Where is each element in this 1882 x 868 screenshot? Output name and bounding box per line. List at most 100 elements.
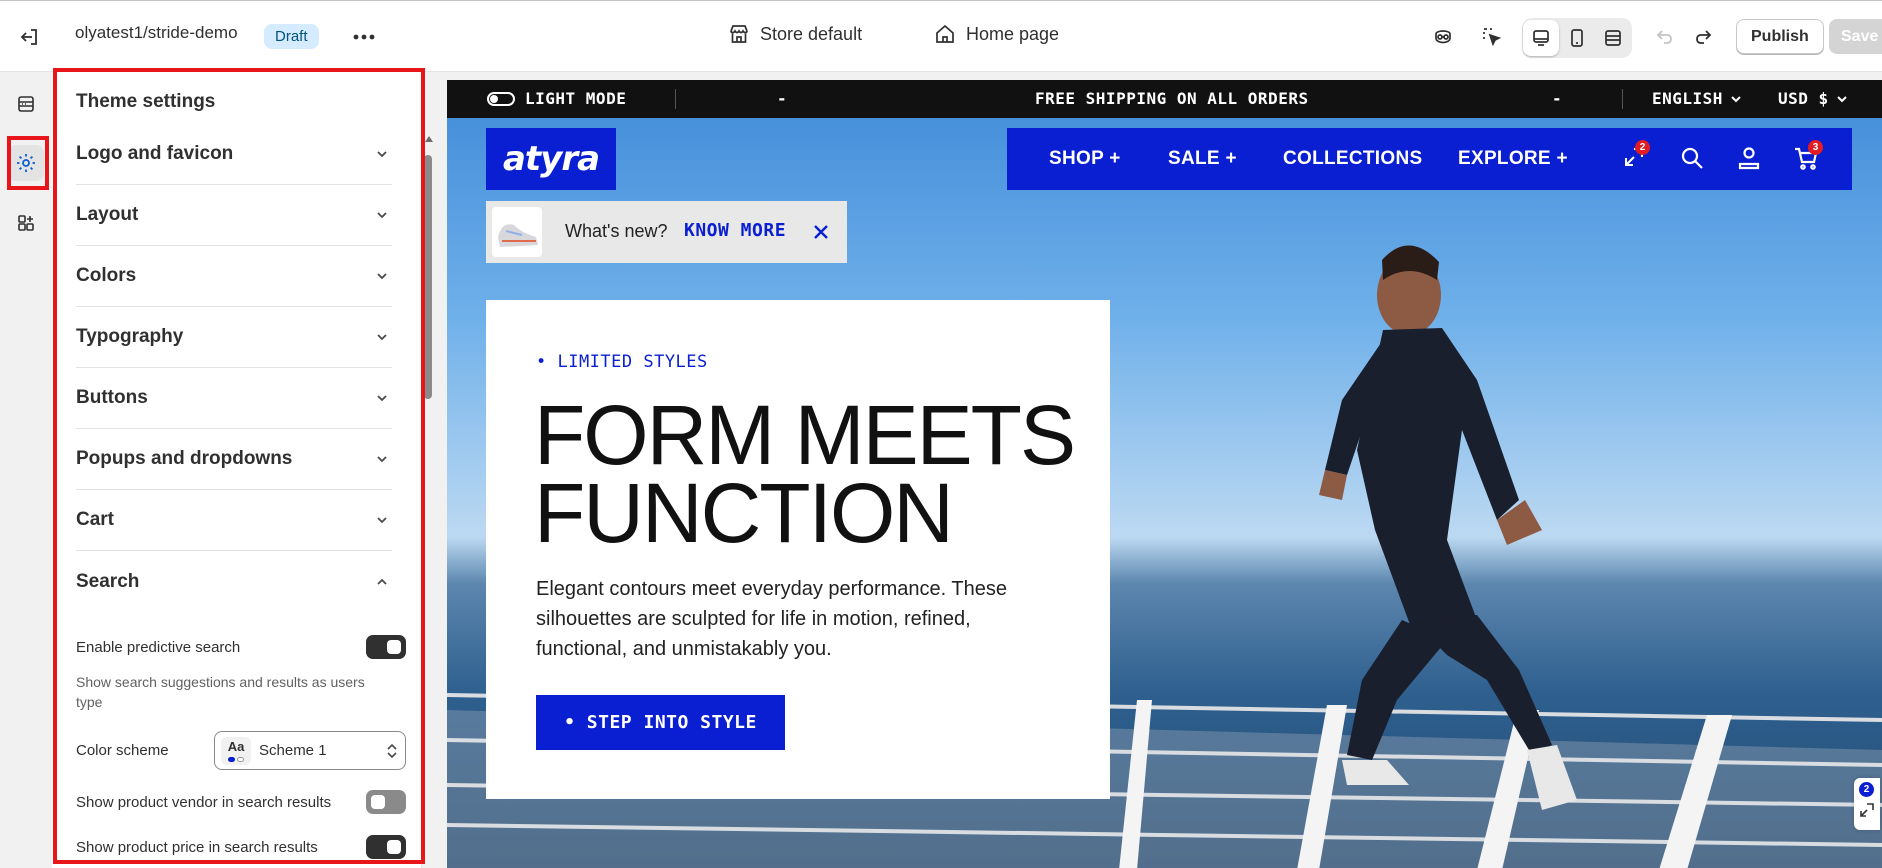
chevron-down-icon <box>372 327 392 347</box>
accordion-popups-and-dropdowns[interactable]: Popups and dropdowns <box>76 429 392 490</box>
account-icon[interactable] <box>1736 145 1764 173</box>
more-actions-icon[interactable] <box>345 18 383 56</box>
accordion-typography[interactable]: Typography <box>76 307 392 368</box>
announcement-divider <box>1622 89 1623 109</box>
accordion-search[interactable]: Search <box>76 551 392 612</box>
separator-right: - <box>1552 89 1563 108</box>
color-scheme-setting: Color scheme Aa Scheme 1 <box>76 731 406 770</box>
color-scheme-swatch: Aa <box>221 736 251 765</box>
shoe-thumbnail[interactable] <box>492 207 542 257</box>
save-button[interactable]: Save <box>1829 19 1882 54</box>
store-logo[interactable]: atyra <box>486 128 616 190</box>
swatch-bars <box>228 756 244 762</box>
whats-new-banner: What's new? KNOW MORE <box>486 201 847 263</box>
accordion-colors[interactable]: Colors <box>76 246 392 307</box>
nav-link-explore[interactable]: EXPLORE + <box>1458 148 1568 170</box>
viewport-switcher <box>1522 18 1632 58</box>
light-mode-label: LIGHT MODE <box>525 89 627 108</box>
chevron-down-icon <box>372 266 392 286</box>
announcement-divider <box>675 89 676 109</box>
price-toggle[interactable] <box>366 835 406 859</box>
undo-icon[interactable] <box>1646 18 1684 56</box>
toggle-knob <box>387 840 401 854</box>
know-more-link[interactable]: KNOW MORE <box>684 220 786 241</box>
accordion-label: Logo and favicon <box>76 143 234 164</box>
runner-figure <box>1319 245 1577 810</box>
page-selector-label: Home page <box>966 23 1060 44</box>
compare-count-badge: 2 <box>1635 140 1650 155</box>
chevron-down-icon <box>1729 92 1743 106</box>
home-icon <box>934 23 956 45</box>
accordion-label: Typography <box>76 326 184 347</box>
panel-title: Theme settings <box>76 91 216 112</box>
announcement-bar: LIGHT MODE - FREE SHIPPING ON ALL ORDERS… <box>447 80 1882 118</box>
nav-link-sale[interactable]: SALE + <box>1168 148 1237 170</box>
page-selector[interactable]: Home page <box>934 23 1059 45</box>
toggle-knob <box>371 795 385 809</box>
store-icon <box>728 23 750 45</box>
cart-count-badge: 3 <box>1808 140 1823 155</box>
scroll-up-icon[interactable] <box>424 134 434 144</box>
language-selector[interactable]: ENGLISH <box>1652 89 1743 108</box>
accordion-label: Popups and dropdowns <box>76 448 293 469</box>
floating-compare-badge: 2 <box>1859 782 1874 797</box>
swatch-text: Aa <box>227 738 245 754</box>
redo-icon[interactable] <box>1684 18 1722 56</box>
hero-cta-button[interactable]: • STEP INTO STYLE <box>536 695 785 750</box>
hero-eyebrow: • LIMITED STYLES <box>536 352 708 372</box>
accordion-label: Buttons <box>76 387 148 408</box>
theme-selector[interactable]: Store default <box>728 23 862 45</box>
publish-button[interactable]: Publish <box>1736 19 1824 54</box>
toggle-knob <box>387 640 401 654</box>
nav-link-shop[interactable]: SHOP + <box>1049 148 1121 170</box>
light-mode-switch[interactable]: LIGHT MODE <box>487 89 626 108</box>
main-navigation: SHOP + SALE + COLLECTIONS EXPLORE + 2 3 <box>1007 128 1852 190</box>
vendor-toggle[interactable] <box>366 790 406 814</box>
inspector-icon[interactable] <box>1424 18 1462 56</box>
setting-label: Enable predictive search <box>76 638 241 656</box>
history-controls <box>1646 18 1722 56</box>
panel-scrollbar[interactable] <box>424 155 432 399</box>
accordion-cart[interactable]: Cart <box>76 490 392 551</box>
setting-label: Color scheme <box>76 742 169 759</box>
exit-icon[interactable] <box>11 18 49 56</box>
apps-icon[interactable] <box>8 205 44 241</box>
mobile-view-icon[interactable] <box>1559 20 1595 56</box>
compare-icon <box>1859 802 1875 818</box>
chevron-down-icon <box>372 144 392 164</box>
chevron-down-icon <box>372 449 392 469</box>
predictive-search-toggle[interactable] <box>366 635 406 659</box>
accordion-logo-and-favicon[interactable]: Logo and favicon <box>76 124 392 185</box>
hero-body: Elegant contours meet everyday performan… <box>536 578 1007 660</box>
search-icon[interactable] <box>1679 145 1707 173</box>
hero-title: FORM MEETS FUNCTION <box>534 388 1076 560</box>
accordion-layout[interactable]: Layout <box>76 185 392 246</box>
editor-topbar: olyatest1/stride-demo Draft Store defaul… <box>0 0 1882 72</box>
color-scheme-value: Scheme 1 <box>259 742 327 759</box>
chevron-up-icon <box>372 572 392 592</box>
theme-selector-label: Store default <box>760 23 863 44</box>
floating-compare-button[interactable]: 2 <box>1854 778 1880 830</box>
setting-label: Show product vendor in search results <box>76 793 332 811</box>
select-element-icon[interactable] <box>1473 18 1511 56</box>
currency-selector[interactable]: USD $ <box>1778 89 1849 108</box>
setting-label: Show product price in search results <box>76 838 318 856</box>
color-scheme-select[interactable]: Aa Scheme 1 <box>214 731 406 770</box>
store-name[interactable]: olyatest1/stride-demo <box>75 23 238 43</box>
sections-icon[interactable] <box>8 86 44 122</box>
announcement-message: FREE SHIPPING ON ALL ORDERS <box>1035 89 1309 108</box>
whats-new-text: What's new? <box>565 221 668 241</box>
desktop-view-icon[interactable] <box>1523 20 1559 56</box>
cart-icon[interactable]: 3 <box>1793 140 1823 173</box>
nav-link-collections[interactable]: COLLECTIONS <box>1283 148 1422 170</box>
theme-settings-panel: Theme settings Logo and favicon Layout C… <box>52 72 422 868</box>
status-badge: Draft <box>264 24 319 49</box>
close-icon[interactable] <box>811 222 831 242</box>
storefront-preview: LIGHT MODE - FREE SHIPPING ON ALL ORDERS… <box>447 80 1882 868</box>
predictive-search-setting: Enable predictive search <box>76 635 406 659</box>
predictive-search-help: Show search suggestions and results as u… <box>76 674 365 710</box>
compare-icon[interactable]: 2 <box>1622 140 1650 173</box>
fullscreen-view-icon[interactable] <box>1595 20 1631 56</box>
accordion-buttons[interactable]: Buttons <box>76 368 392 429</box>
hero-card: • LIMITED STYLES FORM MEETS FUNCTION Ele… <box>486 300 1110 799</box>
